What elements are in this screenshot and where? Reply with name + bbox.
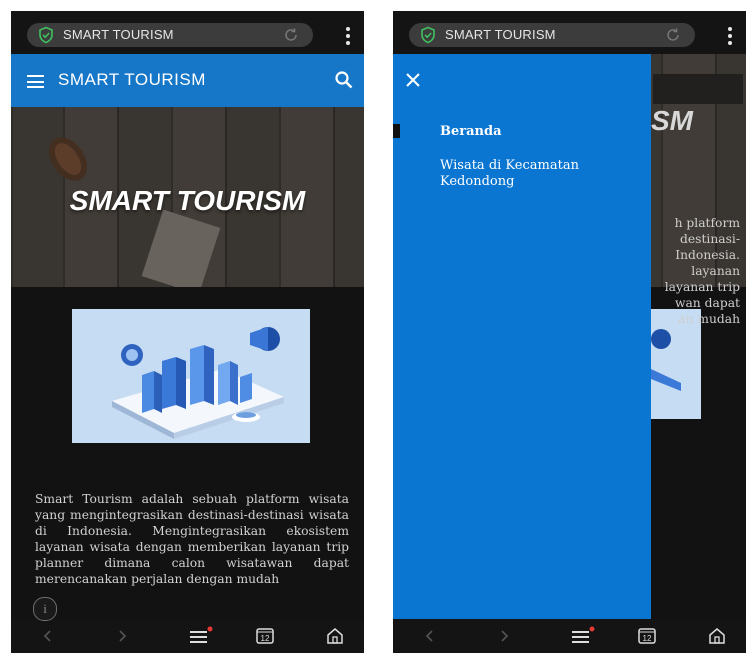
back-icon[interactable] — [41, 626, 55, 646]
drawer-item-wisata-kedondong[interactable]: Wisata di Kecamatan Kedondong — [440, 158, 630, 190]
fragment-line: Indonesia. — [675, 248, 740, 262]
address-bar[interactable]: SMART TOURISM — [27, 23, 313, 47]
browser-bottom-bar: 12 — [393, 619, 746, 653]
browser-menu-icon[interactable] — [346, 27, 350, 45]
phone-screen-drawer-open: SMART TOURISM SM h platform destinasi- I… — [393, 11, 746, 653]
forward-icon[interactable] — [115, 626, 129, 646]
fragment-line: h platform — [674, 216, 740, 230]
info-icon[interactable]: i — [33, 597, 57, 621]
browser-toolbar: SMART TOURISM — [11, 11, 364, 54]
tabs-button[interactable]: 12 — [255, 626, 275, 646]
hero-title: SMART TOURISM — [69, 185, 306, 216]
browser-bottom-bar: 12 — [11, 619, 364, 653]
tabs-icon: 12 — [638, 628, 656, 644]
shield-icon — [421, 26, 435, 44]
tabs-count: 12 — [643, 634, 652, 643]
address-bar[interactable]: SMART TOURISM — [409, 23, 695, 47]
hero-title-fragment: SM — [651, 105, 693, 136]
fragment-line: layanan — [691, 264, 740, 278]
app-header: SMART TOURISM — [11, 54, 364, 107]
shield-icon — [39, 26, 53, 44]
browser-toolbar: SMART TOURISM — [393, 11, 746, 54]
description-text: Smart Tourism adalah sebuah platform wis… — [35, 492, 349, 586]
reload-icon[interactable] — [665, 27, 681, 43]
app-title: SMART TOURISM — [58, 70, 206, 89]
browser-menu-lines-icon[interactable] — [569, 626, 595, 646]
drawer-item-beranda[interactable]: Beranda — [440, 124, 502, 140]
fragment-line: an mudah — [678, 312, 740, 326]
search-icon[interactable] — [334, 70, 354, 90]
fragment-line: wan dapat — [674, 296, 740, 310]
close-icon[interactable] — [405, 72, 421, 88]
pinecone-image — [48, 137, 88, 181]
fragment-line: layanan trip — [664, 280, 740, 294]
address-text: SMART TOURISM — [445, 27, 556, 42]
home-icon[interactable] — [325, 626, 345, 646]
tabs-icon: 12 — [256, 628, 274, 644]
navigation-drawer: Beranda Wisata di Kecamatan Kedondong — [393, 54, 651, 619]
keyboard-image — [653, 74, 743, 104]
reload-icon[interactable] — [283, 27, 299, 43]
menu-icon[interactable] — [27, 75, 44, 88]
active-item-marker — [393, 124, 400, 138]
description-fragment: h platform destinasi- Indonesia. layanan… — [654, 215, 740, 327]
browser-menu-lines-icon[interactable] — [187, 626, 213, 646]
phone-screen-home: SMART TOURISM SMART TOURISM SMART TOURIS… — [11, 11, 364, 653]
forward-icon[interactable] — [497, 626, 511, 646]
tabs-count: 12 — [261, 634, 270, 643]
hero-banner: SMART TOURISM — [11, 107, 364, 295]
fragment-line: destinasi- — [680, 232, 740, 246]
home-icon[interactable] — [707, 626, 727, 646]
tabs-button[interactable]: 12 — [637, 626, 657, 646]
paper-image — [141, 209, 221, 295]
smart-city-illustration — [72, 309, 310, 443]
page-content: Smart Tourism adalah sebuah platform wis… — [11, 287, 364, 621]
back-icon[interactable] — [423, 626, 437, 646]
browser-menu-icon[interactable] — [728, 27, 732, 45]
address-text: SMART TOURISM — [63, 27, 174, 42]
